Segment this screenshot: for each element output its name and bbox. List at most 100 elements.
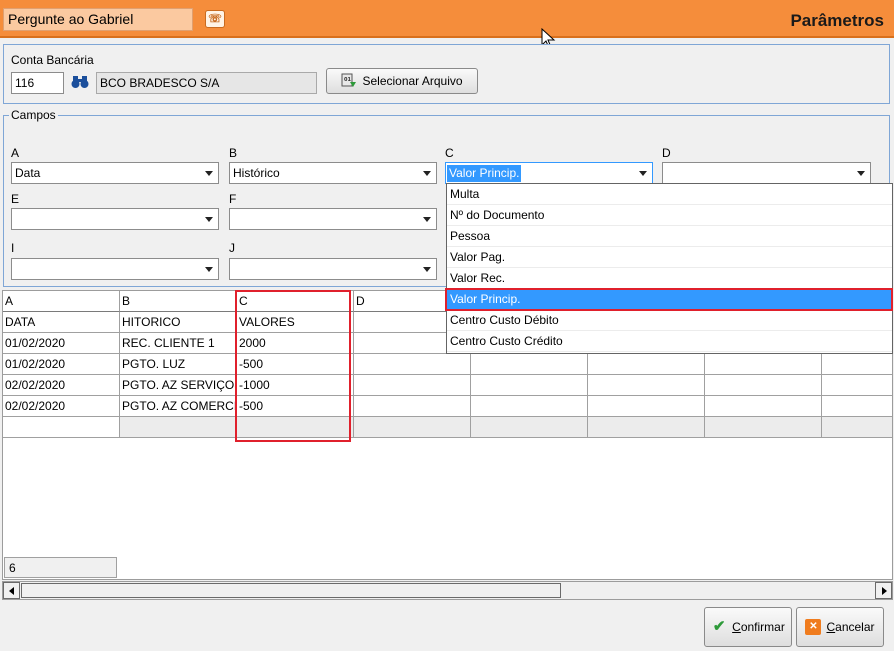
field-b-select[interactable]: Histórico	[229, 162, 437, 184]
chevron-down-icon[interactable]	[418, 209, 436, 229]
select-file-button[interactable]: 01 Selecionar Arquivo	[326, 68, 478, 94]
field-i-label: I	[11, 241, 15, 255]
chevron-down-icon[interactable]	[418, 259, 436, 279]
dropdown-option[interactable]: Pessoa	[447, 226, 892, 247]
field-f-label: F	[229, 192, 237, 206]
grid-cell[interactable]: 01/02/2020	[3, 333, 120, 354]
grid-cell[interactable]	[705, 354, 822, 375]
horizontal-scrollbar[interactable]	[2, 581, 893, 600]
grid-cell[interactable]	[705, 375, 822, 396]
grid-cell[interactable]: REC. CLIENTE 1	[120, 333, 237, 354]
bank-code-input[interactable]: 116	[11, 72, 64, 94]
grid-cell[interactable]: -500	[237, 354, 354, 375]
field-a-select[interactable]: Data	[11, 162, 219, 184]
bank-account-label: Conta Bancária	[11, 53, 94, 67]
grid-cell[interactable]	[471, 354, 588, 375]
grid-cell[interactable]	[354, 417, 471, 438]
chevron-down-icon[interactable]	[418, 163, 436, 183]
grid-cell[interactable]	[822, 417, 892, 438]
grid-cell[interactable]	[822, 354, 892, 375]
grid-cell[interactable]: -1000	[237, 375, 354, 396]
grid-header-cell[interactable]: A	[3, 291, 120, 312]
chevron-down-icon[interactable]	[200, 259, 218, 279]
grid-cell[interactable]	[354, 354, 471, 375]
grid-cell[interactable]: 2000	[237, 333, 354, 354]
confirm-button[interactable]: ✔ Confirmar	[704, 607, 792, 647]
grid-cell[interactable]	[354, 375, 471, 396]
grid-cell[interactable]: 02/02/2020	[3, 375, 120, 396]
dropdown-option[interactable]: Valor Pag.	[447, 247, 892, 268]
grid-cell[interactable]	[471, 375, 588, 396]
field-d-label: D	[662, 146, 671, 160]
checkmark-icon: ✔	[712, 618, 726, 635]
grid-cell[interactable]	[120, 417, 237, 438]
cancel-button[interactable]: ✕ Cancelar	[796, 607, 884, 647]
field-a-value: Data	[15, 166, 41, 180]
field-e-select[interactable]	[11, 208, 219, 230]
title-bar: Pergunte ao Gabriel ☏ Parâmetros	[0, 0, 894, 38]
row-count-field: 6	[4, 557, 117, 578]
dropdown-option[interactable]: Centro Custo Crédito	[447, 331, 892, 352]
bank-name-field: BCO BRADESCO S/A	[96, 72, 317, 94]
grid-cell[interactable]	[588, 396, 705, 417]
grid-cell[interactable]	[237, 417, 354, 438]
grid-cell[interactable]	[354, 396, 471, 417]
field-i-select[interactable]	[11, 258, 219, 280]
cancel-x-icon: ✕	[805, 619, 822, 635]
grid-cell[interactable]	[471, 417, 588, 438]
assistant-icon[interactable]: ☏	[205, 10, 225, 28]
chevron-down-icon[interactable]	[634, 163, 652, 183]
field-a-label: A	[11, 146, 20, 160]
grid-cell[interactable]	[471, 396, 588, 417]
chevron-down-icon[interactable]	[200, 209, 218, 229]
select-file-label: Selecionar Arquivo	[362, 74, 463, 88]
field-f-select[interactable]	[229, 208, 437, 230]
select-file-icon: 01	[341, 73, 357, 89]
grid-cell[interactable]: DATA	[3, 312, 120, 333]
field-b-value: Histórico	[233, 166, 280, 180]
scroll-right-icon[interactable]	[875, 582, 892, 599]
grid-cell[interactable]: -500	[237, 396, 354, 417]
grid-cell[interactable]	[705, 417, 822, 438]
field-c-select[interactable]: Valor Princip.	[445, 162, 653, 184]
dropdown-option[interactable]: Nº do Documento	[447, 205, 892, 226]
grid-cell[interactable]: PGTO. LUZ	[120, 354, 237, 375]
field-b-label: B	[229, 146, 238, 160]
grid-cell[interactable]	[588, 354, 705, 375]
confirm-label: Confirmar	[732, 620, 785, 634]
cancel-label: Cancelar	[826, 620, 875, 634]
grid-header-cell[interactable]: B	[120, 291, 237, 312]
field-e-label: E	[11, 192, 20, 206]
field-c-value: Valor Princip.	[447, 165, 522, 182]
grid-cell[interactable]: VALORES	[237, 312, 354, 333]
dropdown-option[interactable]: Multa	[447, 184, 892, 205]
grid-cell[interactable]: HITORICO	[120, 312, 237, 333]
page-title: Parâmetros	[790, 11, 884, 30]
grid-cell[interactable]: PGTO. AZ COMERCIO	[120, 396, 237, 417]
chevron-down-icon[interactable]	[852, 163, 870, 183]
ask-gabriel-field[interactable]: Pergunte ao Gabriel	[3, 8, 193, 31]
binoculars-search-icon[interactable]	[70, 75, 90, 93]
grid-header-cell[interactable]: C	[237, 291, 354, 312]
grid-cell[interactable]: PGTO. AZ SERVIÇOS	[120, 375, 237, 396]
grid-cell[interactable]: 02/02/2020	[3, 396, 120, 417]
field-c-label: C	[445, 146, 454, 160]
dropdown-option[interactable]: Valor Rec.	[447, 268, 892, 289]
grid-cell[interactable]	[822, 375, 892, 396]
grid-cell[interactable]	[822, 396, 892, 417]
grid-cell[interactable]	[3, 417, 120, 438]
fields-legend: Campos	[9, 108, 58, 122]
dropdown-option[interactable]: Centro Custo Débito	[447, 310, 892, 331]
scroll-left-icon[interactable]	[3, 582, 20, 599]
grid-cell[interactable]	[705, 396, 822, 417]
field-c-dropdown-list[interactable]: Multa Nº do Documento Pessoa Valor Pag. Valo…	[446, 183, 893, 354]
grid-cell[interactable]: 01/02/2020	[3, 354, 120, 375]
grid-cell[interactable]	[588, 417, 705, 438]
scrollbar-thumb[interactable]	[21, 583, 561, 598]
field-j-select[interactable]	[229, 258, 437, 280]
field-d-select[interactable]	[662, 162, 871, 184]
field-j-label: J	[229, 241, 235, 255]
grid-cell[interactable]	[588, 375, 705, 396]
chevron-down-icon[interactable]	[200, 163, 218, 183]
dropdown-option[interactable]: Valor Princip.	[447, 289, 892, 310]
